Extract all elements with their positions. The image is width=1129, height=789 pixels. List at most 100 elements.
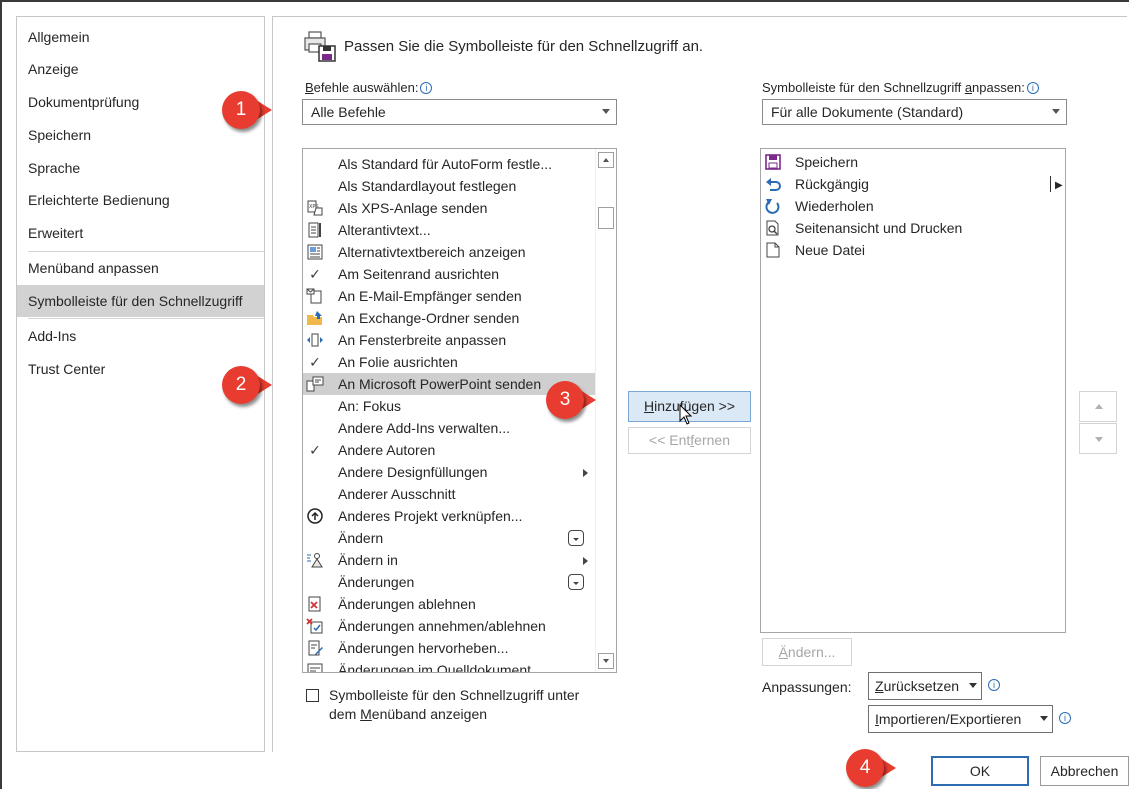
list-item[interactable]: ✓ An Folie ausrichten [303,351,595,373]
alt-text-icon [308,222,321,238]
print-preview-icon [766,220,779,236]
fit-width-icon [307,333,323,347]
nav-item-anzeige[interactable]: Anzeige [17,53,264,85]
list-item[interactable]: ✓ Am Seitenrand ausrichten [303,263,595,285]
callout-2: 2 [222,366,272,412]
show-below-ribbon-label[interactable]: Symbolleiste für den Schnellzugriff unte… [329,686,579,724]
list-item[interactable]: An Exchange-Ordner senden [303,307,595,329]
info-icon[interactable]: i [1059,712,1071,724]
move-up-button[interactable] [1079,391,1117,422]
dropdown-icon [568,530,584,546]
exchange-folder-icon [307,311,322,325]
callout-number: 1 [222,91,260,129]
list-item[interactable]: An Fensterbreite anpassen [303,329,595,351]
mouse-cursor-icon [679,404,693,425]
info-icon[interactable]: i [420,82,433,94]
list-item[interactable]: Ändern [303,527,595,549]
scroll-up-button[interactable] [598,152,614,168]
list-item[interactable]: An E-Mail-Empfänger senden [303,285,595,307]
list-item[interactable]: Als Standard für AutoForm festle... [303,153,595,175]
chevron-down-icon [969,683,977,688]
list-item[interactable]: Anderes Projekt verknüpfen... [303,505,595,527]
list-item[interactable]: Anderer Ausschnitt [303,483,595,505]
undo-icon [766,178,781,191]
customize-qat-select[interactable]: Für alle Dokumente (Standard) [762,99,1067,125]
highlight-changes-icon [308,640,323,656]
nav-item-add-ins[interactable]: Add-Ins [17,320,264,352]
list-item[interactable]: Wiederholen [761,195,1065,217]
change-to-icon [307,553,323,568]
callout-number: 4 [846,749,884,787]
separator [1050,176,1051,192]
list-item[interactable]: Änderungen annehmen/ablehnen [303,615,595,637]
list-item[interactable]: Seitenansicht und Drucken [761,217,1065,239]
callout-number: 2 [222,366,260,404]
modify-button[interactable]: Ändern... [762,638,852,666]
import-export-button[interactable]: Importieren/Exportieren [868,705,1053,733]
page-title: Passen Sie die Symbolleiste für den Schn… [344,38,704,55]
nav-item-menueband-anpassen[interactable]: Menüband anpassen [17,252,264,284]
nav-item-symbolleiste-schnellzugriff[interactable]: Symbolleiste für den Schnellzugriff [17,285,264,317]
remove-button[interactable]: << Entfernen [628,427,751,454]
submenu-arrow-icon [583,469,588,477]
check-icon: ✓ [309,266,321,282]
list-item[interactable]: Änderungen im Quelldokument ... [303,659,595,672]
check-icon: ✓ [309,442,321,458]
source-changes-icon [307,663,323,672]
reject-changes-icon [308,596,321,612]
list-item[interactable]: Alternativtextbereich anzeigen [303,241,595,263]
list-item[interactable]: Rückgängig ▶ [761,173,1065,195]
list-item[interactable]: Alterantivtext... [303,219,595,241]
callout-3: 3 [546,381,596,427]
save-icon [765,154,781,170]
callout-number: 3 [546,381,584,419]
quick-access-toolbar-icon [304,31,336,62]
list-item[interactable]: Änderungen [303,571,595,593]
svg-text:XPS: XPS [309,204,319,210]
new-file-icon [766,242,780,258]
qat-list[interactable]: Speichern Rückgängig ▶ Wiederholen Seite… [760,148,1066,633]
list-item[interactable]: Speichern [761,151,1065,173]
choose-commands-select[interactable]: Alle Befehle [302,99,617,125]
xps-attach-icon: XPS [307,200,323,216]
callout-1: 1 [222,91,272,137]
customizations-label: Anpassungen: [762,679,852,695]
list-item[interactable]: Als Standardlayout festlegen [303,175,595,197]
powerpoint-send-icon [306,376,324,392]
dropdown-icon [568,574,584,590]
callout-4: 4 [846,749,896,789]
commands-scrollbar[interactable] [595,149,616,672]
cancel-button[interactable]: Abbrechen [1040,756,1129,786]
nav-item-erleichterte-bedienung[interactable]: Erleichterte Bedienung [17,184,264,216]
list-item[interactable]: Ändern in [303,549,595,571]
nav-item-sprache[interactable]: Sprache [17,152,264,184]
list-item[interactable]: ✓ Andere Autoren [303,439,595,461]
nav-item-erweitert[interactable]: Erweitert [17,217,264,249]
scroll-thumb[interactable] [598,207,614,229]
list-item[interactable]: Änderungen hervorheben... [303,637,595,659]
customize-qat-label: Symbolleiste für den Schnellzugriff anpa… [762,80,1039,95]
alt-text-pane-icon [307,244,323,260]
list-item[interactable]: Andere Designfüllungen [303,461,595,483]
choose-commands-label: Befehle auswählen: i [305,80,433,95]
info-icon[interactable]: i [988,679,1000,691]
move-down-button[interactable] [1079,423,1117,454]
accept-reject-icon [306,618,323,634]
submenu-arrow-icon [583,557,588,565]
list-item[interactable]: Neue Datei [761,239,1065,261]
chevron-down-icon [1052,109,1060,114]
reset-button[interactable]: Zurücksetzen [868,672,982,700]
show-below-ribbon-checkbox[interactable] [306,689,319,702]
scroll-down-button[interactable] [598,653,614,669]
info-icon[interactable]: i [1026,82,1039,94]
check-icon: ✓ [309,354,321,370]
link-project-icon [307,508,323,524]
submenu-arrow-icon: ▶ [1055,180,1063,191]
list-item[interactable]: Änderungen ablehnen [303,593,595,615]
redo-icon [765,199,780,214]
ok-button[interactable]: OK [931,756,1029,786]
email-send-icon [306,288,322,304]
list-item[interactable]: XPS Als XPS-Anlage senden [303,197,595,219]
nav-item-allgemein[interactable]: Allgemein [17,21,264,53]
chevron-down-icon [602,109,610,114]
